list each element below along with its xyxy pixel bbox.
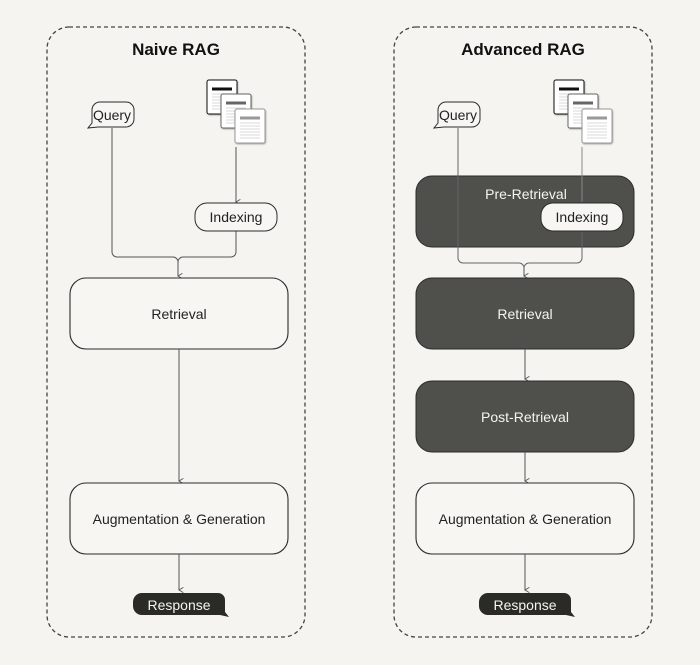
response-bubble: Response (479, 593, 575, 617)
retrieval-label: Retrieval (151, 306, 206, 322)
naive-rag-panel: Naive RAG Query Indexing Retrieval Augme… (46, 26, 306, 638)
indexing-label: Indexing (556, 209, 609, 225)
connector-query-merge (111, 128, 179, 263)
augmentation-generation-box: Augmentation & Generation (69, 482, 289, 555)
rag-comparison-diagram: Naive RAG Query Indexing Retrieval Augme… (46, 26, 653, 638)
query-label: Query (439, 107, 477, 123)
response-label: Response (493, 597, 556, 613)
retrieval-box: Retrieval (415, 277, 635, 350)
augmentation-label: Augmentation & Generation (93, 511, 266, 527)
augmentation-generation-box: Augmentation & Generation (415, 482, 635, 555)
response-label: Response (147, 597, 210, 613)
post-retrieval-box: Post-Retrieval (415, 380, 635, 453)
retrieval-label: Retrieval (497, 306, 552, 322)
post-retrieval-label: Post-Retrieval (481, 409, 569, 425)
connector-indexing-merge (177, 231, 237, 263)
retrieval-box: Retrieval (69, 277, 289, 350)
query-label: Query (93, 107, 131, 123)
advanced-rag-panel: Advanced RAG Query Pre-Retrieval Indexin… (393, 26, 653, 638)
query-bubble: Query (432, 101, 481, 129)
indexing-box: Indexing (540, 202, 624, 232)
indexing-label: Indexing (210, 209, 263, 225)
response-bubble: Response (133, 593, 229, 617)
panel-title: Advanced RAG (461, 40, 585, 59)
pre-retrieval-label: Pre-Retrieval (485, 186, 567, 202)
augmentation-label: Augmentation & Generation (439, 511, 612, 527)
panel-title: Naive RAG (132, 40, 220, 59)
indexing-box: Indexing (194, 202, 278, 232)
query-bubble: Query (86, 101, 135, 129)
documents-icon (554, 80, 612, 143)
documents-icon (207, 80, 265, 143)
